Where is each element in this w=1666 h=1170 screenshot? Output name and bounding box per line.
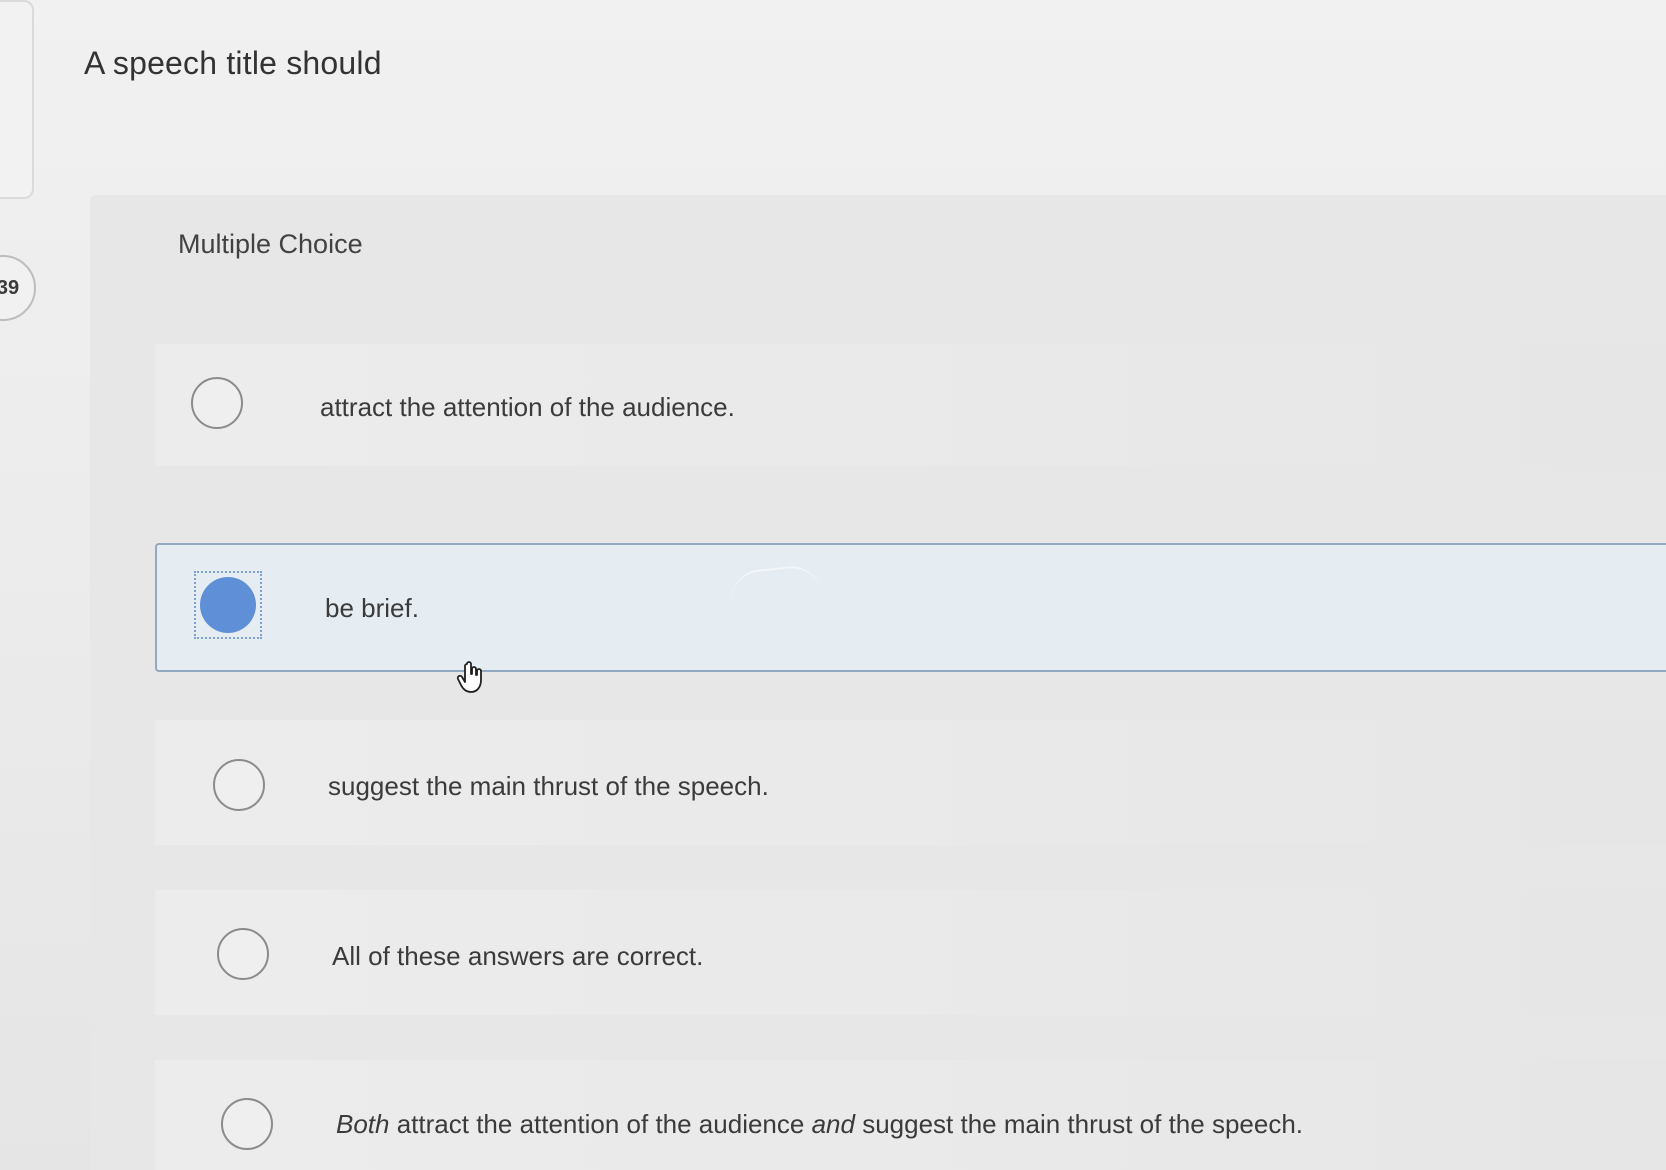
question-number: 39 [0, 276, 20, 299]
radio-filled-icon[interactable] [200, 577, 256, 633]
answer-option-a-text: attract the attention of the audience. [320, 392, 735, 422]
answer-option-e-join: and [811, 1109, 855, 1139]
answer-option-a[interactable]: attract the attention of the audience. [155, 344, 1666, 466]
radio-circle-icon[interactable] [191, 377, 243, 429]
answer-option-b-text: be brief. [325, 593, 419, 623]
answer-option-e-lead: Both [336, 1109, 390, 1139]
answer-option-b[interactable]: be brief. [155, 543, 1666, 672]
answer-option-d-text: All of these answers are correct. [332, 941, 704, 971]
left-panel-edge [0, 0, 34, 199]
radio-circle-icon[interactable] [221, 1098, 273, 1150]
answer-option-e-middle: attract the attention of the audience [389, 1109, 812, 1139]
hand-pointer-icon [456, 661, 482, 693]
answer-option-c-text: suggest the main thrust of the speech. [328, 771, 769, 801]
answer-card [90, 195, 1666, 1170]
question-type-label: Multiple Choice [178, 229, 363, 259]
answer-option-e[interactable]: Both attract the attention of the audien… [155, 1060, 1666, 1170]
answer-option-e-tail: suggest the main thrust of the speech. [854, 1109, 1304, 1139]
radio-circle-icon[interactable] [217, 928, 269, 980]
answer-option-e-text: Both attract the attention of the audien… [336, 1109, 1303, 1140]
answer-option-d[interactable]: All of these answers are correct. [155, 890, 1666, 1015]
question-prompt: A speech title should [84, 45, 382, 81]
radio-circle-icon[interactable] [213, 759, 265, 811]
answer-option-c[interactable]: suggest the main thrust of the speech. [155, 720, 1666, 845]
